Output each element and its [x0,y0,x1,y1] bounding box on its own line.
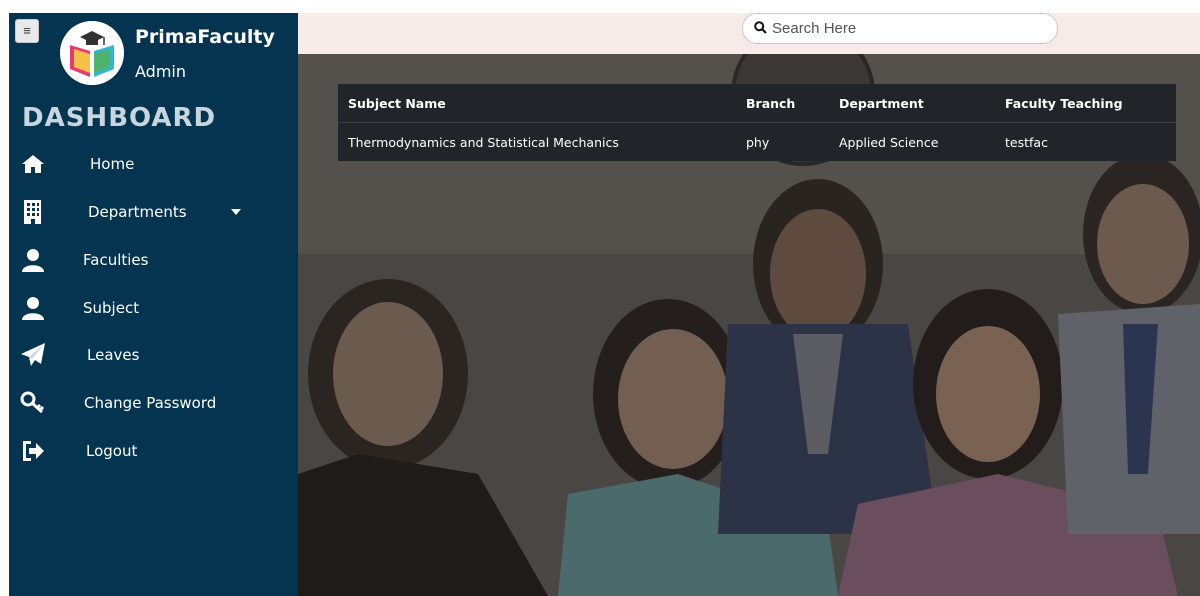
top-bar [298,13,1200,54]
cell-department: Applied Science [839,134,939,150]
user-icon [22,249,44,272]
cell-faculty-teaching: testfac [1005,134,1048,150]
home-icon [22,155,44,173]
hamburger-icon[interactable]: ≡ [15,19,39,43]
logo [60,21,124,85]
user-role: Admin [135,62,186,81]
column-header-subject-name: Subject Name [338,84,736,123]
sidebar-item-label: Home [90,155,135,173]
user-icon [22,297,44,320]
cell-subject-name: Thermodynamics and Statistical Mechanics [348,134,619,150]
paper-plane-icon [21,343,45,366]
search-icon [754,21,767,34]
sidebar-item-faculties[interactable]: Faculties [9,241,298,281]
cell-branch: phy [746,134,770,150]
sign-out-icon [23,441,44,461]
sidebar-item-subject[interactable]: Subject [9,289,298,329]
table-header-row: Subject Name Branch Department Faculty T… [338,84,1176,123]
table-row: Thermodynamics and Statistical Mechanics… [338,123,1176,162]
dashboard-heading: DASHBOARD [22,103,217,133]
sidebar-item-logout[interactable]: Logout [9,432,298,472]
sidebar-item-label: Departments [88,203,187,221]
search-box[interactable] [742,13,1058,44]
sidebar-item-label: Faculties [83,251,149,269]
sidebar-item-label: Change Password [84,394,217,412]
brand-name: PrimaFaculty [135,26,275,48]
key-icon [20,391,45,414]
building-icon [24,200,41,224]
caret-down-icon[interactable] [231,209,241,215]
column-header-faculty-teaching: Faculty Teaching [995,84,1176,123]
sidebar-item-leaves[interactable]: Leaves [9,336,298,376]
sidebar-item-label: Logout [86,442,138,460]
sidebar: ≡ PrimaFaculty Admin DASHBOARD Home Depa… [9,13,298,596]
sidebar-item-label: Subject [83,299,140,317]
column-header-branch: Branch [736,84,829,123]
search-input[interactable] [772,19,1042,37]
sidebar-item-home[interactable]: Home [9,145,298,185]
sidebar-item-departments[interactable]: Departments [9,193,298,233]
subjects-table: Subject Name Branch Department Faculty T… [338,84,1176,161]
column-header-department: Department [829,84,995,123]
sidebar-item-change-password[interactable]: Change Password [9,384,298,424]
main-content: Subject Name Branch Department Faculty T… [298,54,1200,596]
sidebar-item-label: Leaves [87,346,140,364]
